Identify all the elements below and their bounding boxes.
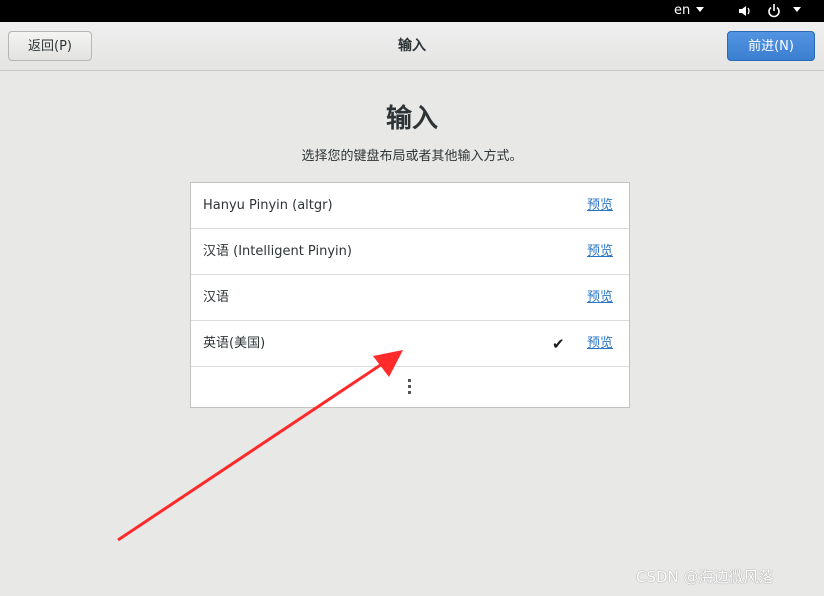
- preview-link[interactable]: 预览: [587, 321, 613, 367]
- input-source-label: Hanyu Pinyin (altgr): [203, 198, 333, 213]
- more-input-sources-button[interactable]: [191, 367, 629, 407]
- input-source-list: Hanyu Pinyin (altgr) 预览 汉语 (Intelligent …: [190, 182, 630, 408]
- input-source-label: 英语(美国): [203, 336, 266, 351]
- preview-link[interactable]: 预览: [587, 275, 613, 321]
- page-subtitle: 选择您的键盘布局或者其他输入方式。: [301, 149, 523, 164]
- input-source-row[interactable]: 汉语 预览: [191, 275, 629, 321]
- preview-link[interactable]: 预览: [587, 183, 613, 229]
- chevron-down-icon: [793, 7, 801, 12]
- header-title: 输入: [398, 38, 426, 54]
- input-source-label: 汉语: [203, 290, 230, 305]
- more-vertical-icon: [408, 379, 412, 395]
- volume-icon-svg: [739, 6, 750, 16]
- volume-icon[interactable]: [737, 0, 753, 22]
- watermark: CSDN @海边微风落: [636, 568, 774, 586]
- input-source-row-selected[interactable]: 英语(美国) ✔ 预览: [191, 321, 629, 367]
- input-source-label: 汉语 (Intelligent Pinyin): [203, 244, 352, 259]
- power-icon[interactable]: [766, 0, 782, 22]
- system-top-bar: en: [0, 0, 824, 22]
- language-indicator[interactable]: en: [674, 0, 705, 22]
- page-title: 输入: [385, 104, 438, 134]
- preview-link[interactable]: 预览: [587, 229, 613, 275]
- power-icon-svg: [768, 4, 780, 18]
- checkmark-icon: ✔: [552, 335, 565, 353]
- next-button[interactable]: 前进(N): [727, 31, 815, 61]
- chevron-down-icon: [696, 7, 705, 12]
- input-source-row[interactable]: 汉语 (Intelligent Pinyin) 预览: [191, 229, 629, 275]
- back-button[interactable]: 返回(P): [8, 31, 92, 61]
- language-label: en: [674, 3, 691, 18]
- input-source-row[interactable]: Hanyu Pinyin (altgr) 预览: [191, 183, 629, 229]
- system-menu-chevron-down-icon[interactable]: [793, 0, 801, 22]
- header-bar: 输入 返回(P) 前进(N): [0, 22, 824, 71]
